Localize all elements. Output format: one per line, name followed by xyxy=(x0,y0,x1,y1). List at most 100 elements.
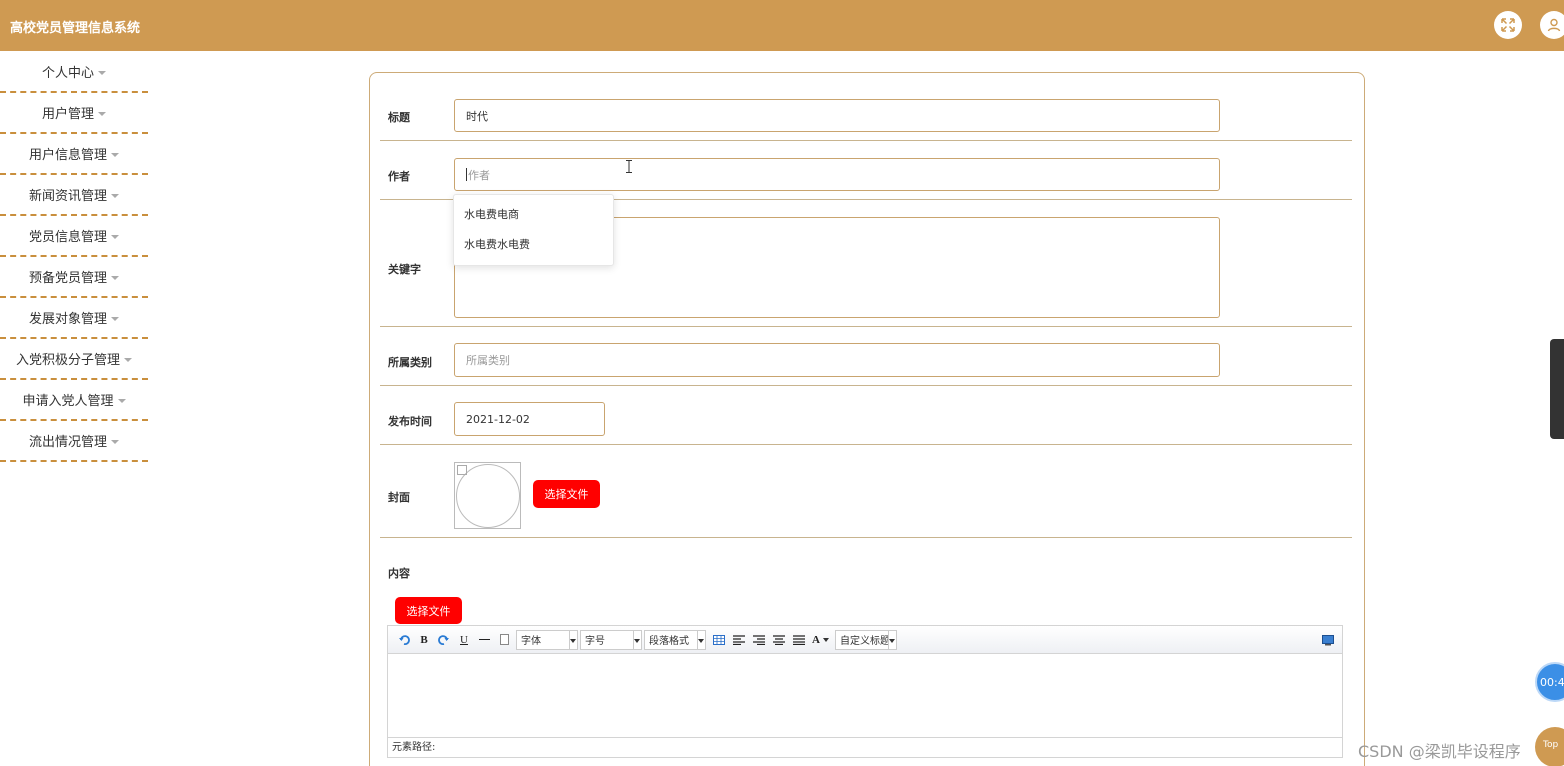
timer-badge[interactable]: 00:44 xyxy=(1535,662,1564,702)
sidebar-item-label: 用户信息管理 xyxy=(28,148,107,163)
sidebar-item-probationary-member-management[interactable]: 预备党员管理 xyxy=(0,257,148,298)
chevron-down-icon xyxy=(823,637,829,642)
chevron-down-icon xyxy=(570,638,576,643)
sidebar-item-member-info-management[interactable]: 党员信息管理 xyxy=(0,216,148,257)
title-label: 标题 xyxy=(388,111,410,124)
author-label: 作者 xyxy=(388,170,410,183)
form-row-category: 所属类别 所属类别 xyxy=(380,327,1352,386)
horizontal-rule-icon[interactable] xyxy=(474,630,494,650)
custom-title-value: 自定义标题 xyxy=(840,636,888,647)
sidebar-item-applicant-management[interactable]: 申请入党人管理 xyxy=(0,380,148,421)
rich-text-editor: B U 字体 字号 段落格式 A 自定义标题 元素路径: xyxy=(387,625,1343,758)
sidebar-item-personal-center[interactable]: 个人中心 xyxy=(0,52,148,93)
category-placeholder: 所属类别 xyxy=(466,354,510,367)
author-placeholder: 作者 xyxy=(468,168,490,182)
fullscreen-button[interactable] xyxy=(1494,11,1522,39)
expand-icon xyxy=(1501,18,1515,32)
editor-toolbar: B U 字体 字号 段落格式 A 自定义标题 xyxy=(388,626,1342,654)
text-caret xyxy=(466,168,467,181)
keywords-label: 关键字 xyxy=(388,263,421,276)
sidebar-item-label: 党员信息管理 xyxy=(28,230,107,245)
publish-time-value: 2021-12-02 xyxy=(466,412,530,426)
caret-down-icon xyxy=(98,70,106,75)
category-label: 所属类别 xyxy=(388,356,432,369)
publish-time-label: 发布时间 xyxy=(388,415,432,428)
editor-content-area[interactable] xyxy=(388,654,1342,737)
sidebar-item-label: 新闻资讯管理 xyxy=(28,189,107,204)
sidebar-item-development-target-management[interactable]: 发展对象管理 xyxy=(0,298,148,339)
user-button[interactable] xyxy=(1540,11,1564,39)
category-input[interactable]: 所属类别 xyxy=(454,343,1220,377)
custom-title-select[interactable]: 自定义标题 xyxy=(835,629,897,650)
caret-down-icon xyxy=(111,234,119,239)
font-color-button[interactable]: A xyxy=(809,630,823,650)
sidebar-item-user-management[interactable]: 用户管理 xyxy=(0,93,148,134)
font-size-select[interactable]: 字号 xyxy=(580,629,642,650)
sidebar-item-label: 申请入党人管理 xyxy=(22,394,114,409)
sidebar-item-label: 发展对象管理 xyxy=(28,312,107,327)
sidebar-item-label: 用户管理 xyxy=(41,107,94,122)
author-suggestion-item[interactable]: 水电费电商 xyxy=(454,200,613,230)
new-document-icon[interactable] xyxy=(494,630,514,650)
sidebar-item-label: 入党积极分子管理 xyxy=(15,353,120,368)
broken-image-icon xyxy=(457,465,467,475)
publish-time-input[interactable]: 2021-12-02 xyxy=(454,402,605,436)
paragraph-format-value: 段落格式 xyxy=(649,636,689,647)
form-row-publish-time: 发布时间 2021-12-02 xyxy=(380,386,1352,445)
align-right-icon[interactable] xyxy=(749,630,769,650)
watermark: CSDN @梁凯毕设程序 xyxy=(1358,742,1521,761)
form-panel: 标题 时代 作者 作者 关键字 所属类别 所属类别 发布时间 2021-12-0… xyxy=(369,72,1365,766)
undo-icon[interactable] xyxy=(394,630,414,650)
align-justify-icon[interactable] xyxy=(789,630,809,650)
underline-button[interactable]: U xyxy=(454,630,474,650)
author-suggestions-dropdown: 水电费电商 水电费水电费 xyxy=(453,194,614,266)
content-label: 内容 xyxy=(388,567,410,580)
caret-down-icon xyxy=(111,193,119,198)
sidebar-item-activist-management[interactable]: 入党积极分子管理 xyxy=(0,339,148,380)
cover-label: 封面 xyxy=(388,491,410,504)
caret-down-icon xyxy=(111,275,119,280)
sidebar-item-label: 预备党员管理 xyxy=(28,271,107,286)
bold-button[interactable]: B xyxy=(414,630,434,650)
caret-down-icon xyxy=(111,152,119,157)
content-choose-file-button[interactable]: 选择文件 xyxy=(395,597,462,624)
sidebar-item-user-info-management[interactable]: 用户信息管理 xyxy=(0,134,148,175)
table-icon[interactable] xyxy=(709,630,729,650)
font-family-select[interactable]: 字体 xyxy=(516,629,578,650)
author-suggestion-item[interactable]: 水电费水电费 xyxy=(454,230,613,260)
chevron-down-icon xyxy=(889,638,895,643)
caret-down-icon xyxy=(98,111,106,116)
cover-choose-file-button[interactable]: 选择文件 xyxy=(533,480,600,508)
align-left-icon[interactable] xyxy=(729,630,749,650)
sidebar-item-outflow-management[interactable]: 流出情况管理 xyxy=(0,421,148,462)
form-row-title: 标题 时代 xyxy=(380,73,1352,141)
title-input[interactable]: 时代 xyxy=(454,99,1220,132)
top-header: 高校党员管理信息系统 xyxy=(0,0,1564,51)
chevron-down-icon xyxy=(698,638,704,643)
redo-icon[interactable] xyxy=(434,630,454,650)
cover-image-preview xyxy=(454,462,521,529)
user-icon xyxy=(1547,18,1561,32)
caret-down-icon xyxy=(117,398,126,403)
title-input-value: 时代 xyxy=(466,109,488,123)
back-to-top-button[interactable]: Top xyxy=(1535,727,1564,766)
caret-down-icon xyxy=(111,316,119,321)
preview-icon[interactable] xyxy=(1318,630,1338,650)
form-row-author: 作者 作者 xyxy=(380,141,1352,200)
sidebar-item-news-management[interactable]: 新闻资讯管理 xyxy=(0,175,148,216)
font-size-value: 字号 xyxy=(585,636,605,647)
form-row-cover: 封面 选择文件 xyxy=(380,445,1352,538)
align-center-icon[interactable] xyxy=(769,630,789,650)
text-cursor-icon xyxy=(626,160,632,176)
chevron-down-icon xyxy=(634,638,640,643)
caret-down-icon xyxy=(111,439,119,444)
font-family-value: 字体 xyxy=(521,636,541,647)
sidebar-item-label: 个人中心 xyxy=(41,66,94,81)
sidebar-item-label: 流出情况管理 xyxy=(28,435,107,450)
author-input[interactable]: 作者 xyxy=(454,158,1220,191)
app-title: 高校党员管理信息系统 xyxy=(10,21,141,36)
side-drawer-handle[interactable] xyxy=(1550,339,1564,439)
caret-down-icon xyxy=(124,357,132,362)
paragraph-format-select[interactable]: 段落格式 xyxy=(644,629,706,650)
editor-element-path: 元素路径: xyxy=(388,737,1342,757)
